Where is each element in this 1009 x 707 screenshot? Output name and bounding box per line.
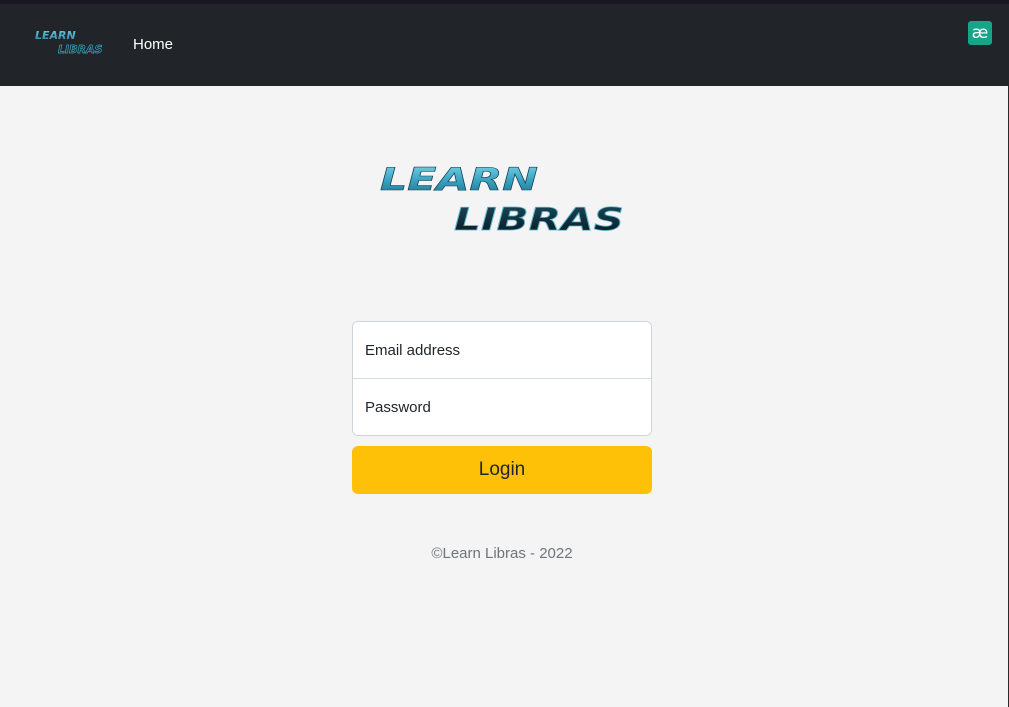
login-button[interactable]: Login [352, 446, 652, 494]
svg-text:LEARN: LEARN [380, 162, 538, 198]
email-field[interactable] [353, 322, 651, 379]
svg-text:LIBRAS: LIBRAS [454, 202, 624, 238]
login-form [352, 321, 652, 436]
password-field[interactable] [353, 379, 651, 435]
nav-link-home[interactable]: Home [133, 36, 173, 53]
nav-brand-logo[interactable]: LEARN LIBRAS [34, 26, 120, 56]
svg-text:LIBRAS: LIBRAS [58, 43, 102, 56]
navbar: LEARN LIBRAS Home æ [0, 4, 1009, 86]
footer-copyright: ©Learn Libras - 2022 [431, 545, 573, 562]
main-logo: LEARN LIBRAS [378, 158, 630, 239]
svg-text:LEARN: LEARN [35, 29, 76, 42]
ae-icon[interactable]: æ [968, 21, 992, 45]
brand-logo-icon: LEARN LIBRAS [35, 29, 103, 56]
learn-libras-logo-icon: LEARN LIBRAS [380, 162, 625, 239]
